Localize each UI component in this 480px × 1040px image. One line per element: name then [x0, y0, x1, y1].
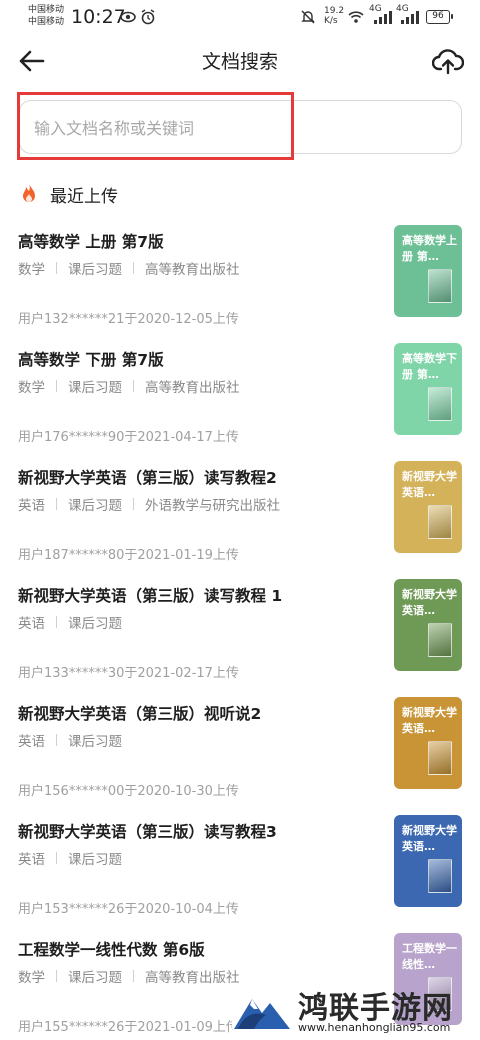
tag-separator — [56, 262, 57, 274]
document-upload-info: 用户132******21于2020-12-05上传 — [18, 312, 239, 327]
document-item[interactable]: 高等数学 下册 第7版 数学 课后习题 高等教育出版社用户176******90于20… — [0, 343, 480, 466]
search-input[interactable] — [34, 115, 434, 141]
fire-icon — [23, 183, 35, 202]
section-title: 最近上传 — [50, 187, 118, 207]
tag-separator — [56, 616, 57, 628]
document-tag: 英语 — [18, 734, 45, 750]
document-tag: 英语 — [18, 498, 45, 514]
document-tag: 英语 — [18, 852, 45, 868]
tag-separator — [56, 970, 57, 982]
document-item[interactable]: 新视野大学英语（第三版）读写教程2 英语 课后习题 外语教学与研究出版社用户187**… — [0, 461, 480, 584]
thumbnail-label: 高等数学下册 第… — [402, 352, 457, 381]
document-tags: 英语 课后习题 外语教学与研究出版社 — [18, 494, 280, 514]
tag-separator — [56, 734, 57, 746]
document-tag: 课后习题 — [68, 380, 122, 396]
thumbnail-label: 工程数学一线性… — [402, 942, 457, 971]
status-bar: 中国移动 中国移动 10:27 19.2 K/s 4G 4G 96 — [0, 0, 480, 36]
tag-separator — [133, 380, 134, 392]
battery-indicator: 96 — [426, 10, 453, 24]
tag-separator — [133, 262, 134, 274]
document-tags: 英语 课后习题 — [18, 730, 122, 750]
wifi-icon — [348, 11, 364, 23]
document-tag: 课后习题 — [68, 616, 122, 632]
clock: 10:27 — [71, 6, 126, 28]
tag-separator — [133, 970, 134, 982]
document-upload-info: 用户133******30于2021-02-17上传 — [18, 666, 239, 681]
document-thumbnail[interactable]: 新视野大学英语… — [394, 815, 462, 907]
document-title: 新视野大学英语（第三版）读写教程2 — [18, 469, 277, 487]
document-item[interactable]: 新视野大学英语（第三版）读写教程3 英语 课后习题用户153******26于202… — [0, 815, 480, 938]
thumbnail-label: 新视野大学英语… — [402, 588, 457, 617]
header: 文档搜索 — [0, 36, 480, 86]
cloud-upload-icon[interactable] — [432, 46, 464, 76]
page-title: 文档搜索 — [201, 51, 278, 73]
book-cover-icon — [428, 505, 452, 539]
document-tags: 英语 课后习题 — [18, 612, 122, 632]
document-tag: 高等教育出版社 — [145, 380, 240, 396]
document-thumbnail[interactable]: 高等数学上册 第… — [394, 225, 462, 317]
document-upload-info: 用户156******00于2020-10-30上传 — [18, 784, 239, 799]
document-tags: 英语 课后习题 — [18, 848, 122, 868]
document-tag: 高等教育出版社 — [145, 970, 240, 986]
document-item[interactable]: 新视野大学英语（第三版）读写教程 1 英语 课后习题用户133******30于20… — [0, 579, 480, 702]
alarm-off-icon — [141, 9, 155, 25]
document-title: 工程数学一线性代数 第6版 — [18, 941, 205, 959]
document-tag: 数学 — [18, 380, 45, 396]
tag-separator — [56, 852, 57, 864]
book-cover-icon — [428, 623, 452, 657]
tag-separator — [133, 498, 134, 510]
eye-icon — [120, 11, 136, 23]
carrier-2: 中国移动 — [28, 17, 65, 27]
tag-separator — [56, 380, 57, 392]
document-upload-info: 用户187******80于2021-01-19上传 — [18, 548, 239, 563]
signal-bars-2-icon — [401, 11, 419, 24]
net-speed: 19.2 K/s — [324, 6, 345, 26]
document-tag: 高等教育出版社 — [145, 262, 240, 278]
document-tag: 课后习题 — [68, 734, 122, 750]
document-thumbnail[interactable]: 新视野大学英语… — [394, 579, 462, 671]
document-tag: 课后习题 — [68, 262, 122, 278]
carrier-1: 中国移动 — [28, 5, 65, 15]
document-thumbnail[interactable]: 新视野大学英语… — [394, 697, 462, 789]
document-tag: 数学 — [18, 970, 45, 986]
document-item[interactable]: 高等数学 上册 第7版 数学 课后习题 高等教育出版社用户132******21于20… — [0, 225, 480, 348]
book-cover-icon — [428, 387, 452, 421]
document-title: 高等数学 下册 第7版 — [18, 351, 164, 369]
document-tag: 课后习题 — [68, 498, 122, 514]
document-tag: 数学 — [18, 262, 45, 278]
site-watermark: 鸿联手游网 www.henanhonglian95.com — [232, 983, 476, 1037]
search-box[interactable] — [19, 100, 462, 154]
thumbnail-label: 新视野大学英语… — [402, 706, 457, 735]
tag-separator — [56, 498, 57, 510]
document-tags: 数学 课后习题 高等教育出版社 — [18, 376, 240, 396]
book-cover-icon — [428, 741, 452, 775]
watermark-url: www.henanhonglian95.com — [298, 1021, 451, 1034]
thumbnail-label: 新视野大学英语… — [402, 470, 457, 499]
thumbnail-label: 新视野大学英语… — [402, 824, 457, 853]
signal-bars-1-icon — [374, 11, 392, 24]
document-upload-info: 用户155******26于2021-01-09上传 — [18, 1020, 239, 1035]
document-tag: 课后习题 — [68, 852, 122, 868]
document-title: 新视野大学英语（第三版）读写教程3 — [18, 823, 277, 841]
document-tag: 英语 — [18, 616, 45, 632]
document-title: 高等数学 上册 第7版 — [18, 233, 164, 251]
document-tags: 数学 课后习题 高等教育出版社 — [18, 258, 240, 278]
document-title: 新视野大学英语（第三版）视听说2 — [18, 705, 262, 723]
document-tag: 课后习题 — [68, 970, 122, 986]
mute-bell-icon — [301, 10, 315, 24]
document-tags: 数学 课后习题 高等教育出版社 — [18, 966, 240, 986]
document-tag: 外语教学与研究出版社 — [145, 498, 280, 514]
book-cover-icon — [428, 269, 452, 303]
thumbnail-label: 高等数学上册 第… — [402, 234, 457, 263]
book-cover-icon — [428, 859, 452, 893]
document-title: 新视野大学英语（第三版）读写教程 1 — [18, 587, 283, 605]
document-upload-info: 用户153******26于2020-10-04上传 — [18, 902, 239, 917]
document-thumbnail[interactable]: 高等数学下册 第… — [394, 343, 462, 435]
document-thumbnail[interactable]: 新视野大学英语… — [394, 461, 462, 553]
document-item[interactable]: 新视野大学英语（第三版）视听说2 英语 课后习题用户156******00于2020… — [0, 697, 480, 820]
document-upload-info: 用户176******90于2021-04-17上传 — [18, 430, 239, 445]
watermark-logo-icon — [232, 985, 292, 1033]
